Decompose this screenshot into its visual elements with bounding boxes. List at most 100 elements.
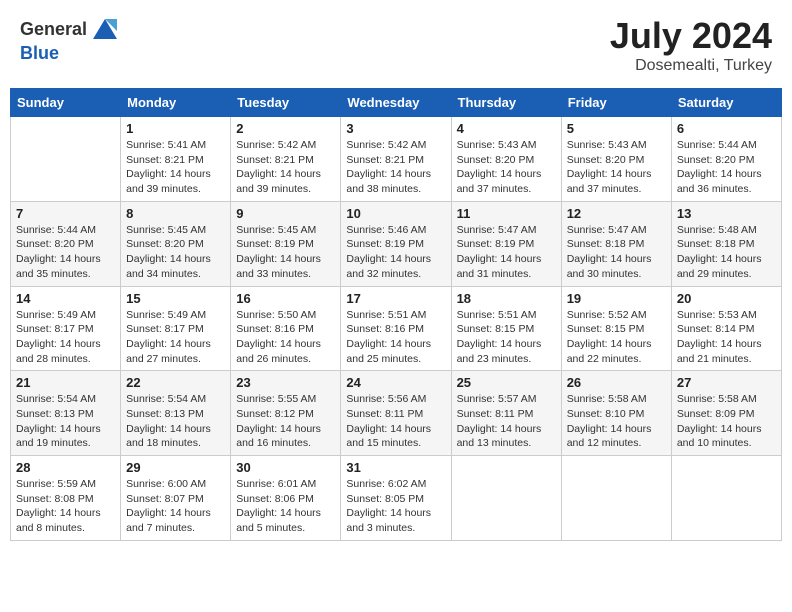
page-header: General Blue July 2024 Dosemealti, Turke… [10, 10, 782, 80]
day-number: 19 [567, 291, 666, 306]
calendar-table: SundayMondayTuesdayWednesdayThursdayFrid… [10, 88, 782, 541]
calendar-cell: 3 Sunrise: 5:42 AM Sunset: 8:21 PM Daylig… [341, 117, 451, 202]
calendar-cell: 26 Sunrise: 5:58 AM Sunset: 8:10 PM Dayli… [561, 371, 671, 456]
day-info: Sunrise: 6:01 AM Sunset: 8:06 PM Dayligh… [236, 477, 335, 536]
calendar-cell: 6 Sunrise: 5:44 AM Sunset: 8:20 PM Daylig… [671, 117, 781, 202]
day-number: 3 [346, 121, 445, 136]
day-info: Sunrise: 5:58 AM Sunset: 8:10 PM Dayligh… [567, 392, 666, 451]
calendar-cell: 23 Sunrise: 5:55 AM Sunset: 8:12 PM Dayli… [231, 371, 341, 456]
main-title: July 2024 [610, 15, 772, 57]
day-header-wednesday: Wednesday [341, 89, 451, 117]
calendar-cell: 13 Sunrise: 5:48 AM Sunset: 8:18 PM Dayli… [671, 201, 781, 286]
day-info: Sunrise: 5:53 AM Sunset: 8:14 PM Dayligh… [677, 308, 776, 367]
title-block: July 2024 Dosemealti, Turkey [610, 15, 772, 75]
day-number: 26 [567, 375, 666, 390]
calendar-cell: 4Sunrise: 5:43 AM Sunset: 8:20 PM Daylig… [451, 117, 561, 202]
day-number: 9 [236, 206, 335, 221]
day-number: 25 [457, 375, 556, 390]
day-number: 21 [16, 375, 115, 390]
day-info: Sunrise: 5:41 AM Sunset: 8:21 PM Dayligh… [126, 138, 225, 197]
calendar-cell: 24Sunrise: 5:56 AM Sunset: 8:11 PM Dayli… [341, 371, 451, 456]
day-number: 31 [346, 460, 445, 475]
calendar-cell: 19 Sunrise: 5:52 AM Sunset: 8:15 PM Dayli… [561, 286, 671, 371]
calendar-cell: 8 Sunrise: 5:45 AM Sunset: 8:20 PM Daylig… [121, 201, 231, 286]
day-info: Sunrise: 5:54 AM Sunset: 8:13 PM Dayligh… [126, 392, 225, 451]
day-info: Sunrise: 5:43 AM Sunset: 8:20 PM Dayligh… [567, 138, 666, 197]
day-info: Sunrise: 5:44 AM Sunset: 8:20 PM Dayligh… [677, 138, 776, 197]
week-row-3: 14 Sunrise: 5:49 AM Sunset: 8:17 PM Dayli… [11, 286, 782, 371]
logo-blue: Blue [20, 43, 59, 63]
logo-general: General [20, 19, 87, 40]
calendar-cell: 31 Sunrise: 6:02 AM Sunset: 8:05 PM Dayli… [341, 456, 451, 541]
day-number: 22 [126, 375, 225, 390]
calendar-cell: 1 Sunrise: 5:41 AM Sunset: 8:21 PM Daylig… [121, 117, 231, 202]
day-info: Sunrise: 5:45 AM Sunset: 8:20 PM Dayligh… [126, 223, 225, 282]
week-row-4: 21 Sunrise: 5:54 AM Sunset: 8:13 PM Dayli… [11, 371, 782, 456]
day-number: 18 [457, 291, 556, 306]
day-info: Sunrise: 5:43 AM Sunset: 8:20 PM Dayligh… [457, 138, 556, 197]
calendar-cell: 22 Sunrise: 5:54 AM Sunset: 8:13 PM Dayli… [121, 371, 231, 456]
day-info: Sunrise: 5:51 AM Sunset: 8:16 PM Dayligh… [346, 308, 445, 367]
calendar-header-row: SundayMondayTuesdayWednesdayThursdayFrid… [11, 89, 782, 117]
day-number: 17 [346, 291, 445, 306]
subtitle: Dosemealti, Turkey [610, 57, 772, 75]
day-number: 29 [126, 460, 225, 475]
day-info: Sunrise: 5:48 AM Sunset: 8:18 PM Dayligh… [677, 223, 776, 282]
day-header-tuesday: Tuesday [231, 89, 341, 117]
day-info: Sunrise: 5:58 AM Sunset: 8:09 PM Dayligh… [677, 392, 776, 451]
day-info: Sunrise: 5:47 AM Sunset: 8:19 PM Dayligh… [457, 223, 556, 282]
day-header-saturday: Saturday [671, 89, 781, 117]
calendar-cell: 18 Sunrise: 5:51 AM Sunset: 8:15 PM Dayli… [451, 286, 561, 371]
day-info: Sunrise: 5:57 AM Sunset: 8:11 PM Dayligh… [457, 392, 556, 451]
calendar-cell: 14 Sunrise: 5:49 AM Sunset: 8:17 PM Dayli… [11, 286, 121, 371]
calendar-cell [561, 456, 671, 541]
day-number: 6 [677, 121, 776, 136]
calendar-cell: 2 Sunrise: 5:42 AM Sunset: 8:21 PM Daylig… [231, 117, 341, 202]
week-row-1: 1 Sunrise: 5:41 AM Sunset: 8:21 PM Daylig… [11, 117, 782, 202]
calendar-cell: 29Sunrise: 6:00 AM Sunset: 8:07 PM Dayli… [121, 456, 231, 541]
calendar-cell: 28 Sunrise: 5:59 AM Sunset: 8:08 PM Dayli… [11, 456, 121, 541]
day-number: 24 [346, 375, 445, 390]
day-number: 27 [677, 375, 776, 390]
day-number: 28 [16, 460, 115, 475]
calendar-cell: 11Sunrise: 5:47 AM Sunset: 8:19 PM Dayli… [451, 201, 561, 286]
day-number: 13 [677, 206, 776, 221]
day-number: 20 [677, 291, 776, 306]
day-info: Sunrise: 5:42 AM Sunset: 8:21 PM Dayligh… [236, 138, 335, 197]
day-number: 7 [16, 206, 115, 221]
calendar-cell [11, 117, 121, 202]
calendar-cell: 30 Sunrise: 6:01 AM Sunset: 8:06 PM Dayli… [231, 456, 341, 541]
week-row-2: 7 Sunrise: 5:44 AM Sunset: 8:20 PM Daylig… [11, 201, 782, 286]
day-info: Sunrise: 5:44 AM Sunset: 8:20 PM Dayligh… [16, 223, 115, 282]
day-number: 23 [236, 375, 335, 390]
day-info: Sunrise: 5:59 AM Sunset: 8:08 PM Dayligh… [16, 477, 115, 536]
calendar-cell: 5 Sunrise: 5:43 AM Sunset: 8:20 PM Daylig… [561, 117, 671, 202]
day-number: 14 [16, 291, 115, 306]
calendar-cell: 25 Sunrise: 5:57 AM Sunset: 8:11 PM Dayli… [451, 371, 561, 456]
day-number: 2 [236, 121, 335, 136]
day-header-sunday: Sunday [11, 89, 121, 117]
day-number: 8 [126, 206, 225, 221]
day-header-monday: Monday [121, 89, 231, 117]
day-info: Sunrise: 5:51 AM Sunset: 8:15 PM Dayligh… [457, 308, 556, 367]
day-info: Sunrise: 5:54 AM Sunset: 8:13 PM Dayligh… [16, 392, 115, 451]
day-header-thursday: Thursday [451, 89, 561, 117]
day-number: 5 [567, 121, 666, 136]
day-number: 30 [236, 460, 335, 475]
calendar-cell: 9Sunrise: 5:45 AM Sunset: 8:19 PM Daylig… [231, 201, 341, 286]
day-number: 15 [126, 291, 225, 306]
calendar-cell: 17 Sunrise: 5:51 AM Sunset: 8:16 PM Dayli… [341, 286, 451, 371]
day-number: 12 [567, 206, 666, 221]
day-info: Sunrise: 5:49 AM Sunset: 8:17 PM Dayligh… [16, 308, 115, 367]
day-number: 10 [346, 206, 445, 221]
calendar-cell: 16Sunrise: 5:50 AM Sunset: 8:16 PM Dayli… [231, 286, 341, 371]
day-number: 1 [126, 121, 225, 136]
calendar-cell: 27 Sunrise: 5:58 AM Sunset: 8:09 PM Dayli… [671, 371, 781, 456]
day-info: Sunrise: 5:42 AM Sunset: 8:21 PM Dayligh… [346, 138, 445, 197]
day-info: Sunrise: 5:55 AM Sunset: 8:12 PM Dayligh… [236, 392, 335, 451]
day-info: Sunrise: 5:52 AM Sunset: 8:15 PM Dayligh… [567, 308, 666, 367]
logo: General Blue [20, 15, 121, 64]
day-number: 16 [236, 291, 335, 306]
calendar-cell [671, 456, 781, 541]
day-info: Sunrise: 6:02 AM Sunset: 8:05 PM Dayligh… [346, 477, 445, 536]
